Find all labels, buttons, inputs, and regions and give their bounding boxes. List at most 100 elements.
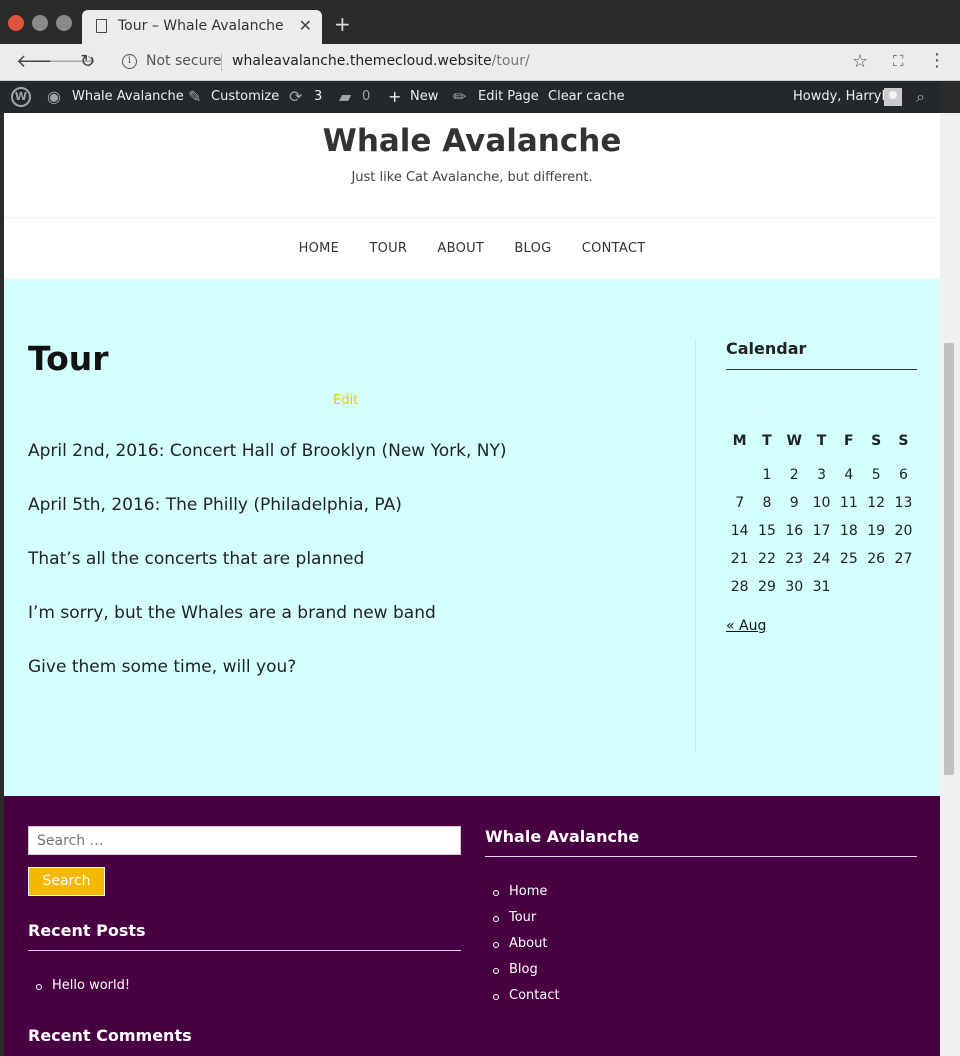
- search-icon[interactable]: ⌕: [916, 87, 925, 107]
- calendar-weekday: W: [786, 433, 802, 449]
- calendar-day: 5: [871, 467, 881, 483]
- recent-post-item[interactable]: Hello world!: [28, 977, 130, 1003]
- comments-count[interactable]: 0: [362, 89, 370, 104]
- site-title[interactable]: Whale Avalanche: [4, 123, 940, 159]
- tour-text-line: I’m sorry, but the Whales are a brand ne…: [28, 603, 436, 623]
- search-input[interactable]: [28, 826, 461, 855]
- search-button[interactable]: Search: [28, 867, 105, 896]
- calendar-weekday: T: [762, 433, 772, 449]
- calendar-caption: October 2018: [726, 401, 809, 415]
- window-close-button[interactable]: [8, 15, 24, 31]
- calendar-day: 10: [812, 495, 831, 511]
- footer-menu-tour[interactable]: Tour: [485, 909, 560, 935]
- nav-blog[interactable]: BLOG: [514, 241, 551, 256]
- comment-icon: ▰: [339, 87, 352, 106]
- calendar-day: 26: [867, 551, 886, 567]
- header-divider: [4, 217, 940, 218]
- tour-text-line: That’s all the concerts that are planned: [28, 549, 365, 569]
- avatar[interactable]: [884, 88, 902, 106]
- calendar-heading: Calendar: [726, 339, 807, 358]
- calendar-day: 19: [867, 523, 886, 539]
- calendar-weekday: S: [871, 433, 882, 449]
- plus-icon: +: [388, 87, 402, 106]
- calendar-prev-month-link[interactable]: « Aug: [726, 618, 766, 634]
- updates-icon: ⟳: [289, 87, 303, 106]
- info-icon[interactable]: i: [122, 54, 137, 69]
- nav-tour[interactable]: TOUR: [369, 241, 407, 256]
- new-tab-icon[interactable]: +: [334, 12, 351, 36]
- footer-menu-list: Home Tour About Blog Contact: [485, 883, 560, 1013]
- calendar-day: 25: [839, 551, 858, 567]
- nav-home[interactable]: HOME: [299, 241, 340, 256]
- nav-contact[interactable]: CONTACT: [582, 241, 646, 256]
- window-minimize-button[interactable]: [32, 15, 48, 31]
- pencil-icon: ✏: [453, 87, 467, 106]
- browser-tab-bar: Tour – Whale Avalanche ✕ +: [0, 0, 960, 44]
- window-maximize-button[interactable]: [56, 15, 72, 31]
- wp-admin-bar: W ◉ Whale Avalanche ✎ Customize ⟳ 3 ▰ 0 …: [0, 81, 940, 113]
- url-path: /tour/: [491, 53, 530, 69]
- recent-posts-list: Hello world!: [28, 977, 130, 1003]
- page-scrollbar[interactable]: [940, 113, 960, 1056]
- calendar-day: 23: [785, 551, 804, 567]
- calendar-day: 18: [839, 523, 858, 539]
- dashboard-icon: ◉: [47, 87, 61, 106]
- tour-text-line: Give them some time, will you?: [28, 657, 297, 677]
- recent-posts-title: Recent Posts: [28, 921, 146, 940]
- url-field[interactable]: whaleavalanche.themecloud.website/tour/: [232, 53, 530, 69]
- updates-count[interactable]: 3: [314, 89, 322, 104]
- incognito-icon[interactable]: ⛶: [893, 52, 904, 70]
- browser-menu-icon[interactable]: ⋮: [928, 50, 946, 71]
- calendar-day: 7: [735, 495, 745, 511]
- calendar-week-row: 14 15 16 17 18 19 20: [726, 523, 917, 551]
- tour-date-line: April 2nd, 2016: Concert Hall of Brookly…: [28, 441, 507, 461]
- reload-icon[interactable]: ↻: [80, 51, 95, 72]
- calendar-weekday: S: [898, 433, 909, 449]
- calendar-day: 2: [789, 467, 799, 483]
- calendar-day: 17: [812, 523, 831, 539]
- security-status[interactable]: Not secure: [146, 53, 222, 69]
- edit-link[interactable]: Edit: [333, 393, 358, 408]
- calendar-weekday: T: [816, 433, 827, 449]
- calendar-day: 4: [844, 467, 854, 483]
- calendar-day: 11: [839, 495, 858, 511]
- calendar-day: 15: [758, 523, 776, 539]
- calendar-day: 30: [785, 579, 804, 595]
- customize-link[interactable]: Customize: [211, 89, 279, 104]
- wordpress-logo-icon[interactable]: W: [11, 87, 31, 107]
- page-title: Tour: [28, 339, 109, 378]
- edit-page-link[interactable]: Edit Page: [478, 89, 539, 104]
- admin-site-name[interactable]: Whale Avalanche: [72, 89, 184, 104]
- footer-menu-blog[interactable]: Blog: [485, 961, 560, 987]
- tour-date-line: April 5th, 2016: The Philly (Philadelphi…: [28, 495, 402, 515]
- url-divider: [221, 53, 222, 71]
- calendar-day: 13: [894, 495, 913, 511]
- calendar-day: 27: [894, 551, 913, 567]
- calendar-day: 16: [785, 523, 804, 539]
- footer-menu-underline: [485, 856, 917, 857]
- footer-menu-about[interactable]: About: [485, 935, 560, 961]
- footer-menu-home[interactable]: Home: [485, 883, 560, 909]
- howdy-user[interactable]: Howdy, HarryR: [793, 89, 891, 104]
- nav-about[interactable]: ABOUT: [437, 241, 484, 256]
- calendar-day: 12: [867, 495, 886, 511]
- calendar-week-row: 1 2 3 4 5 6: [726, 467, 917, 495]
- recent-comments-title: Recent Comments: [28, 1026, 192, 1045]
- scrollbar-thumb[interactable]: [944, 343, 954, 775]
- calendar-week-row: 28 29 30 31: [726, 579, 917, 607]
- new-link[interactable]: New: [410, 89, 438, 104]
- calendar-day: 6: [898, 467, 908, 483]
- tab-close-icon[interactable]: ✕: [299, 16, 312, 35]
- bookmark-star-icon[interactable]: ☆: [852, 51, 868, 72]
- calendar-day: 28: [730, 579, 749, 595]
- calendar-day: 9: [789, 495, 799, 511]
- clear-cache-link[interactable]: Clear cache: [548, 89, 625, 104]
- browser-tab[interactable]: Tour – Whale Avalanche ✕: [82, 10, 322, 44]
- calendar-weekday-row: MTWTFSS: [726, 433, 917, 461]
- calendar-week-row: 21 22 23 24 25 26 27: [726, 551, 917, 579]
- calendar-day: 31: [812, 579, 831, 595]
- calendar-weekday: F: [844, 433, 854, 449]
- calendar-heading-underline: [726, 369, 917, 370]
- calendar-day: 20: [894, 523, 913, 539]
- footer-menu-contact[interactable]: Contact: [485, 987, 560, 1013]
